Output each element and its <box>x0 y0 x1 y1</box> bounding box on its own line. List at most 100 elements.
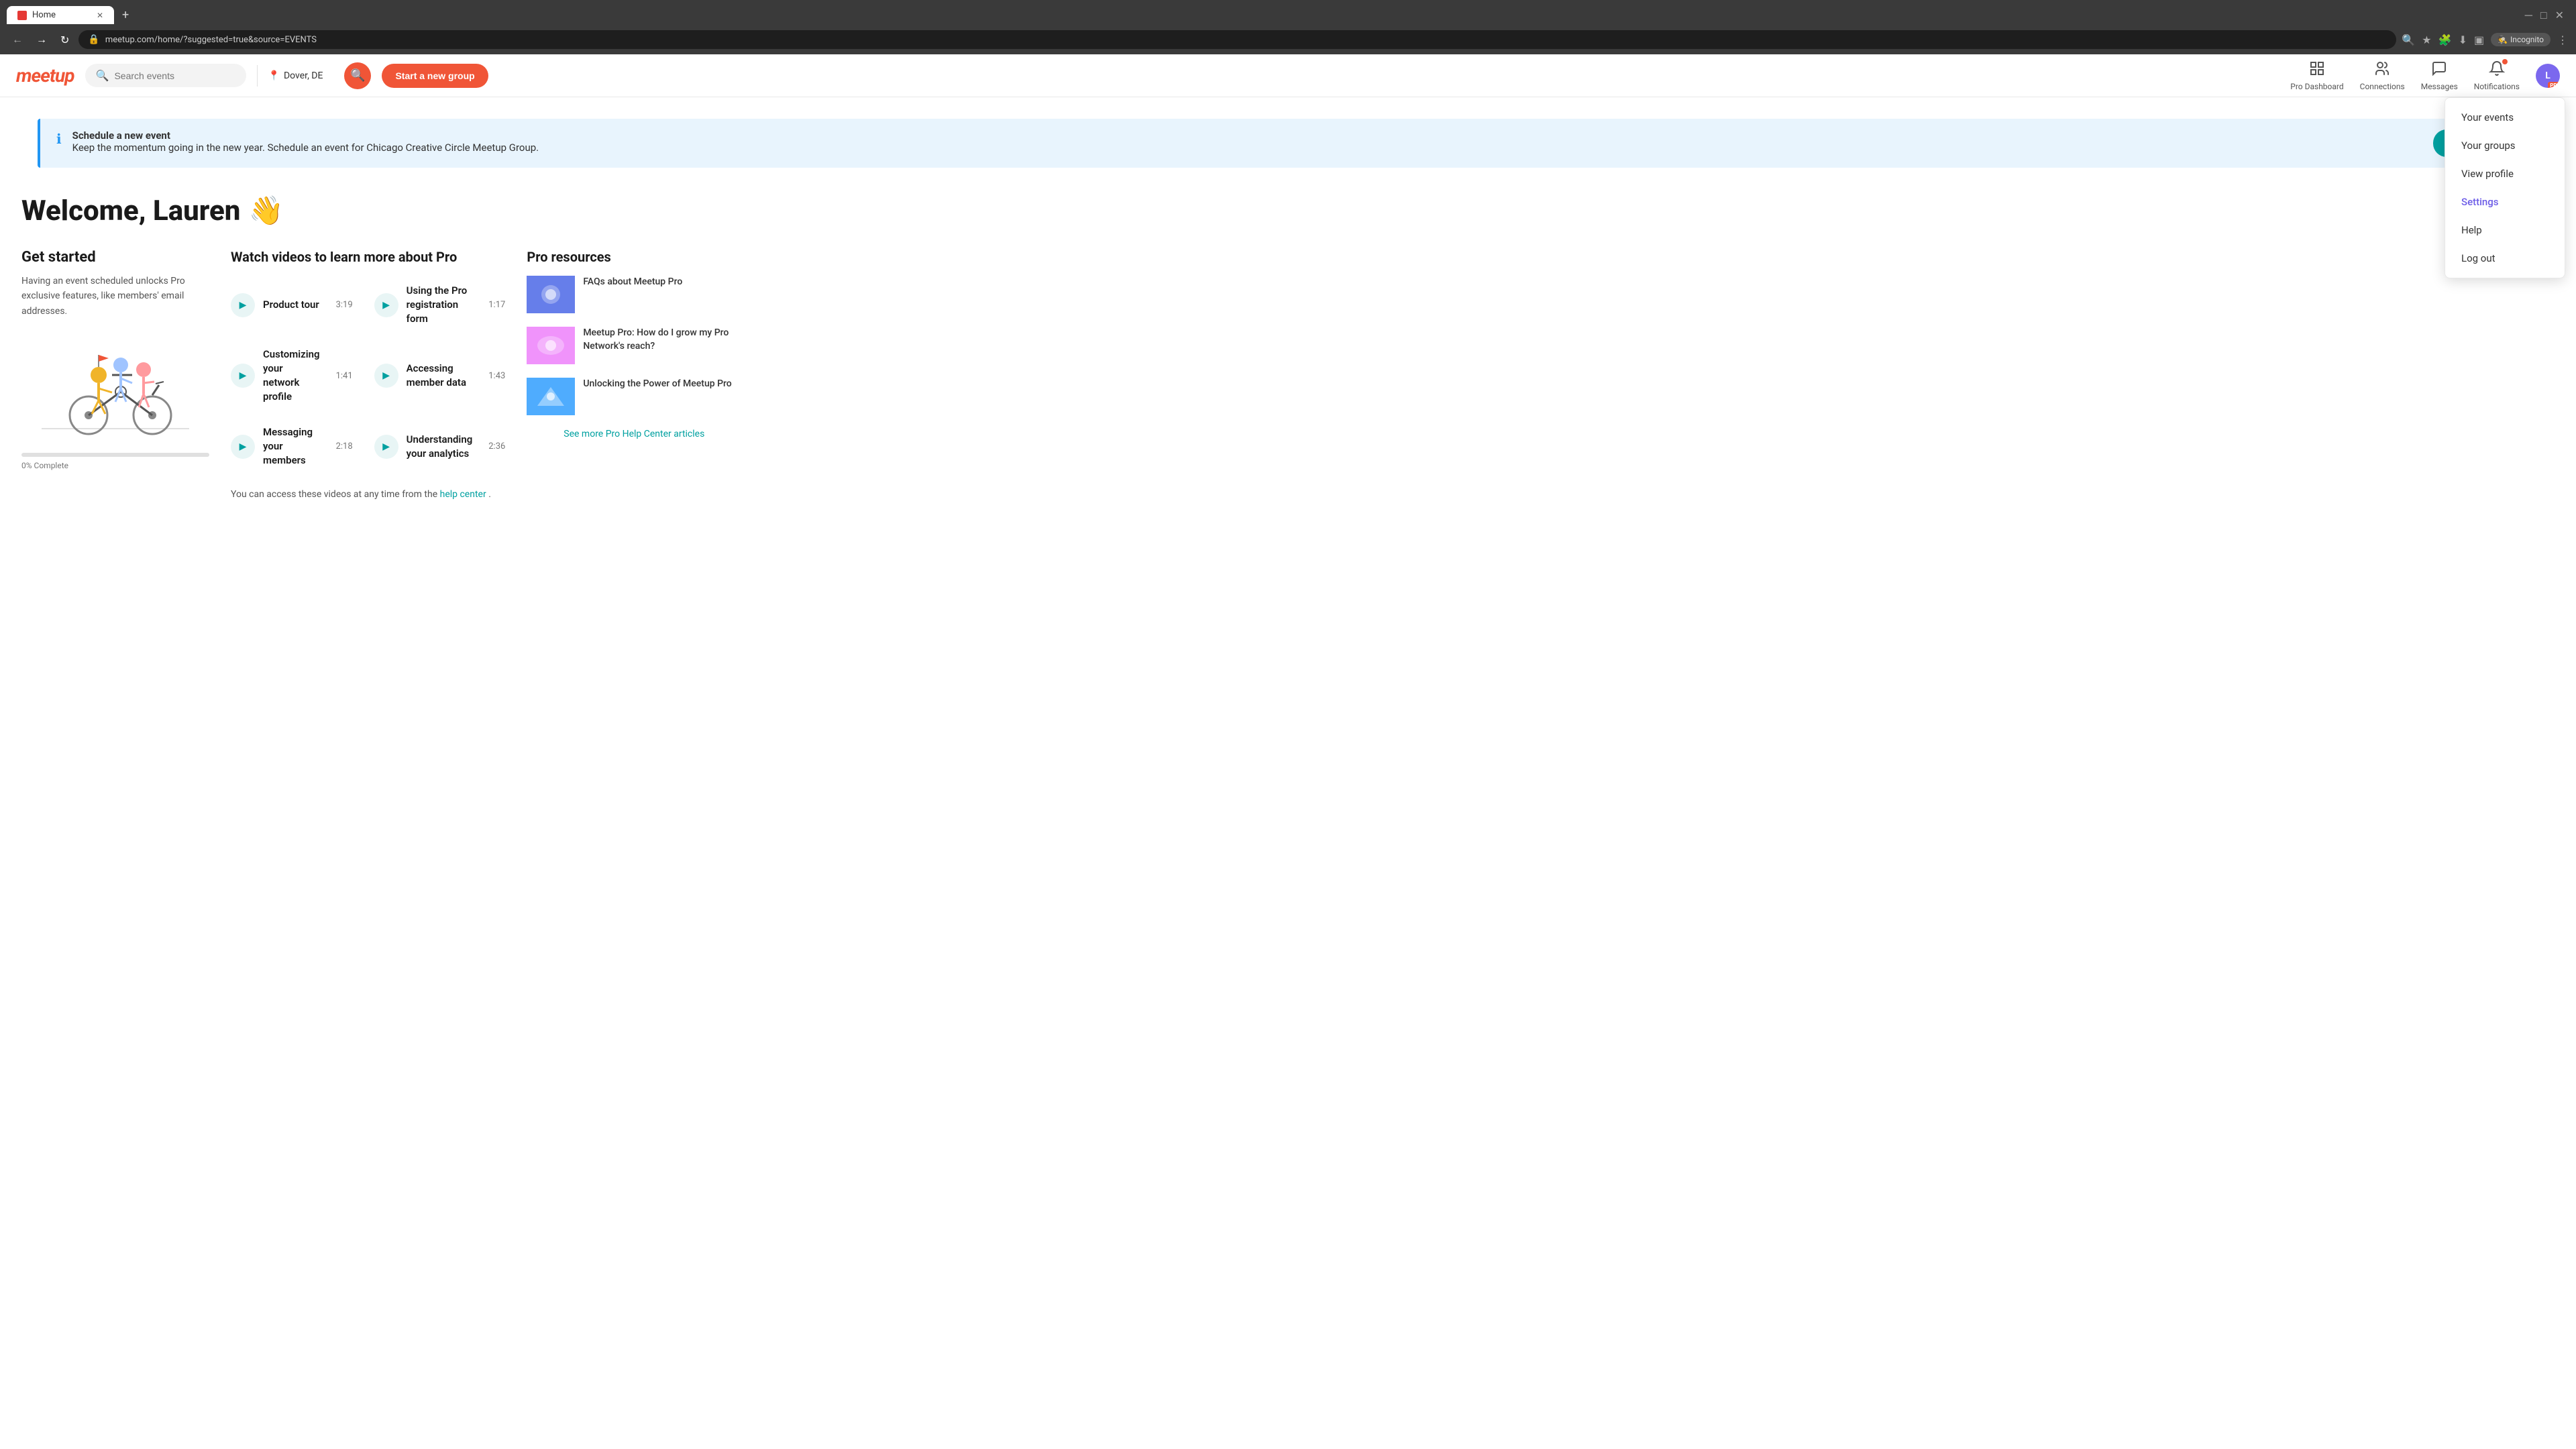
play-button-5[interactable]: ▶ <box>374 435 398 459</box>
video-title-2: Customizing your network profile <box>263 347 320 404</box>
video-info-4: Messaging your members <box>263 425 320 468</box>
search-button[interactable]: 🔍 <box>344 62 371 89</box>
notification-title: Schedule a new event <box>72 129 170 142</box>
get-started-title: Get started <box>21 249 209 266</box>
messages-label: Messages <box>2421 82 2458 91</box>
nav-pro-dashboard[interactable]: Pro Dashboard <box>2290 60 2343 91</box>
video-title-5: Understanding your analytics <box>407 433 473 461</box>
incognito-icon: 🕵 <box>2498 35 2508 44</box>
progress-label: 0% Complete <box>21 461 209 470</box>
video-info-3: Accessing member data <box>407 362 473 390</box>
video-title-0: Product tour <box>263 298 320 312</box>
address-bar[interactable]: 🔒 meetup.com/home/?suggested=true&source… <box>78 30 2396 49</box>
video-grid: ▶ Product tour 3:19 ▶ Using the Pro regi… <box>231 278 505 473</box>
connections-label: Connections <box>2360 82 2405 91</box>
menu-icon[interactable]: ⋮ <box>2557 34 2568 46</box>
nav-notifications[interactable]: Notifications <box>2474 60 2520 91</box>
browser-controls: ← → ↻ 🔒 meetup.com/home/?suggested=true&… <box>0 25 2576 54</box>
resource-item-0[interactable]: FAQs about Meetup Pro <box>527 276 741 313</box>
help-center-link[interactable]: help center <box>440 489 486 500</box>
search-icon[interactable]: 🔍 <box>2402 34 2415 46</box>
video-info-1: Using the Pro registration form <box>407 284 473 326</box>
location-text: Dover, DE <box>284 70 323 81</box>
browser-tabs: Home ✕ + ─ □ ✕ <box>0 0 2576 25</box>
video-duration-1: 1:17 <box>480 300 505 310</box>
welcome-heading: Welcome, Lauren 👋 <box>21 195 716 227</box>
video-item-4[interactable]: ▶ Messaging your members 2:18 <box>231 420 353 473</box>
extensions-icon[interactable]: 🧩 <box>2438 34 2452 46</box>
incognito-badge: 🕵 Incognito <box>2491 33 2551 46</box>
nav-messages[interactable]: Messages <box>2421 60 2458 91</box>
back-button[interactable]: ← <box>8 30 27 49</box>
location-bar[interactable]: 📍 Dover, DE <box>257 65 334 87</box>
notification-text: Schedule a new event Keep the momentum g… <box>72 129 539 154</box>
see-more-link[interactable]: See more Pro Help Center articles <box>527 429 741 439</box>
tab-close-button[interactable]: ✕ <box>97 11 103 20</box>
notifications-icon <box>2489 60 2505 80</box>
lock-icon: 🔒 <box>88 34 99 45</box>
pro-resources-title: Pro resources <box>527 249 741 265</box>
content-grid: Get started Having an event scheduled un… <box>21 249 716 500</box>
info-icon: ℹ <box>56 131 62 147</box>
get-started-description: Having an event scheduled unlocks Pro ex… <box>21 274 209 319</box>
play-button-2[interactable]: ▶ <box>231 364 255 388</box>
forward-button[interactable]: → <box>32 30 51 49</box>
video-info-0: Product tour <box>263 298 320 312</box>
download-icon[interactable]: ⬇ <box>2459 34 2467 46</box>
resource-text-0: FAQs about Meetup Pro <box>583 276 682 289</box>
dropdown-your-events[interactable]: Your events <box>2445 103 2565 131</box>
new-tab-button[interactable]: + <box>117 5 134 25</box>
video-title-4: Messaging your members <box>263 425 320 468</box>
video-footer: You can access these videos at any time … <box>231 489 505 500</box>
resource-thumbnail-0 <box>527 276 575 313</box>
main-content: Welcome, Lauren 👋 Get started Having an … <box>0 178 738 516</box>
dropdown-your-groups[interactable]: Your groups <box>2445 131 2565 160</box>
play-button-3[interactable]: ▶ <box>374 364 398 388</box>
browser-actions: 🔍 ★ 🧩 ⬇ ▣ 🕵 Incognito ⋮ <box>2402 33 2568 46</box>
split-view-icon[interactable]: ▣ <box>2474 34 2484 46</box>
dropdown-log-out[interactable]: Log out <box>2445 244 2565 272</box>
notification-banner-wrapper: ℹ Schedule a new event Keep the momentum… <box>0 97 2576 168</box>
nav-connections[interactable]: Connections <box>2360 60 2405 91</box>
video-title-3: Accessing member data <box>407 362 473 390</box>
search-icon: 🔍 <box>96 69 109 82</box>
search-bar[interactable]: 🔍 <box>85 64 246 87</box>
bookmark-icon[interactable]: ★ <box>2422 34 2431 46</box>
progress-bar-container: 0% Complete <box>21 453 209 470</box>
video-title-1: Using the Pro registration form <box>407 284 473 326</box>
play-button-4[interactable]: ▶ <box>231 435 255 459</box>
bike-illustration <box>35 335 196 442</box>
start-group-button[interactable]: Start a new group <box>382 64 488 88</box>
play-button-1[interactable]: ▶ <box>374 293 398 317</box>
pro-dashboard-icon <box>2309 60 2325 80</box>
video-item-1[interactable]: ▶ Using the Pro registration form 1:17 <box>374 278 506 331</box>
play-button-0[interactable]: ▶ <box>231 293 255 317</box>
browser-tab-home[interactable]: Home ✕ <box>7 6 114 24</box>
pro-badge: PRO <box>2548 82 2560 88</box>
dropdown-view-profile[interactable]: View profile <box>2445 160 2565 188</box>
video-item-3[interactable]: ▶ Accessing member data 1:43 <box>374 342 506 409</box>
dropdown-help[interactable]: Help <box>2445 216 2565 244</box>
maximize-button[interactable]: □ <box>2540 9 2547 22</box>
meetup-logo[interactable]: meetup <box>16 64 74 87</box>
nav-avatar[interactable]: L PRO <box>2536 64 2560 88</box>
resource-item-2[interactable]: Unlocking the Power of Meetup Pro <box>527 378 741 415</box>
resource-text-1: Meetup Pro: How do I grow my Pro Network… <box>583 327 741 353</box>
video-duration-3: 1:43 <box>480 371 505 381</box>
resource-item-1[interactable]: Meetup Pro: How do I grow my Pro Network… <box>527 327 741 364</box>
minimize-button[interactable]: ─ <box>2525 9 2532 22</box>
video-item-0[interactable]: ▶ Product tour 3:19 <box>231 278 353 331</box>
wave-emoji: 👋 <box>248 195 283 227</box>
video-duration-4: 2:18 <box>328 441 353 451</box>
video-item-5[interactable]: ▶ Understanding your analytics 2:36 <box>374 420 506 473</box>
video-duration-2: 1:41 <box>328 371 353 381</box>
videos-section: Watch videos to learn more about Pro ▶ P… <box>231 249 505 500</box>
close-window-button[interactable]: ✕ <box>2555 9 2564 22</box>
dropdown-settings[interactable]: Settings <box>2445 188 2565 216</box>
search-input[interactable] <box>114 70 235 81</box>
meetup-header: meetup 🔍 📍 Dover, DE 🔍 Start a new group… <box>0 54 2576 97</box>
reload-button[interactable]: ↻ <box>56 31 73 49</box>
notification-dot <box>2502 59 2508 64</box>
video-item-2[interactable]: ▶ Customizing your network profile 1:41 <box>231 342 353 409</box>
videos-title: Watch videos to learn more about Pro <box>231 249 505 265</box>
